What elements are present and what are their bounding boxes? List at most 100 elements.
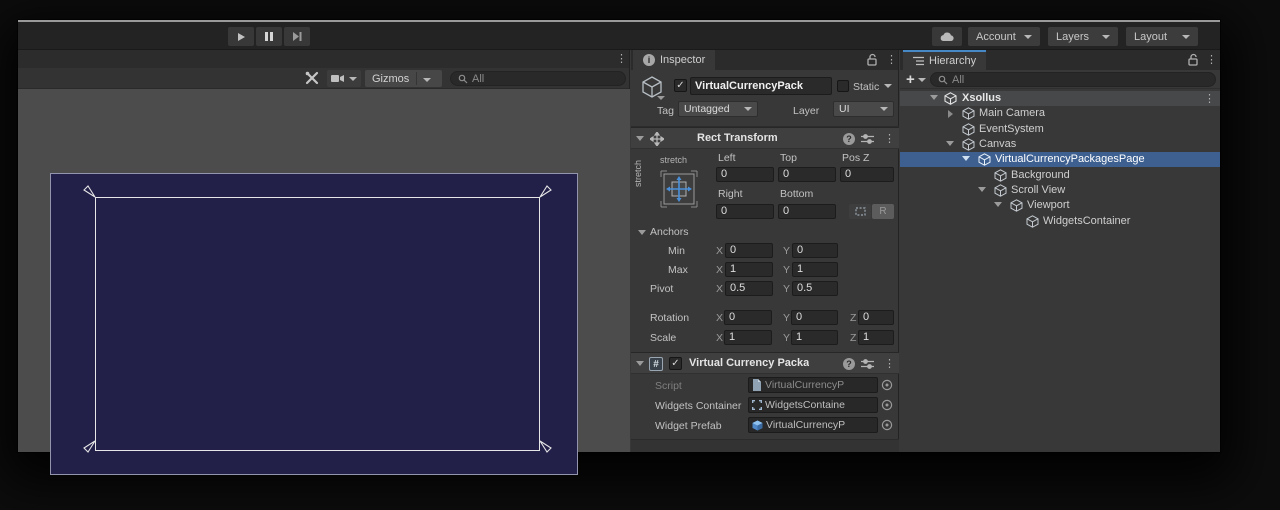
rotation-z-field[interactable]: 0 (858, 310, 894, 325)
foldout-icon[interactable] (946, 141, 954, 146)
foldout-icon[interactable] (948, 110, 953, 118)
cloud-services-button[interactable] (932, 27, 962, 46)
chevron-down-icon[interactable] (884, 84, 892, 88)
right-field[interactable]: 0 (716, 204, 774, 219)
scene-camera-dropdown[interactable] (327, 70, 361, 87)
foldout-icon[interactable] (994, 202, 1002, 207)
lock-icon[interactable] (867, 53, 878, 66)
chevron-down-icon[interactable] (918, 78, 926, 82)
tab-inspector[interactable]: i Inspector (633, 50, 715, 70)
gameobject-name-field[interactable]: VirtualCurrencyPack (690, 77, 832, 95)
layout-dropdown[interactable]: Layout (1126, 27, 1198, 46)
kebab-icon[interactable]: ⋮ (1206, 53, 1217, 67)
chevron-down-icon[interactable] (657, 96, 665, 100)
kebab-icon[interactable]: ⋮ (884, 357, 895, 371)
widget-prefab-object-field[interactable]: VirtualCurrencyP (748, 417, 878, 433)
pause-button[interactable] (256, 27, 282, 46)
rotation-y-field[interactable]: 0 (791, 310, 838, 325)
foldout-icon[interactable] (962, 156, 970, 161)
posz-field[interactable]: 0 (840, 167, 894, 182)
anchors-min-y-field[interactable]: 0 (792, 243, 838, 258)
object-picker-icon[interactable] (880, 377, 894, 393)
tab-hierarchy[interactable]: Hierarchy (903, 50, 986, 70)
rect-transform-body: stretch stretch Left Top Pos Z 0 0 (631, 149, 899, 352)
help-icon[interactable]: ? (843, 133, 855, 145)
hierarchy-row[interactable]: Background (900, 168, 1220, 183)
tag-dropdown[interactable]: Untagged (678, 101, 758, 117)
lock-icon[interactable] (1188, 53, 1199, 66)
hierarchy-row[interactable]: WidgetsContainer (900, 214, 1220, 229)
kebab-icon[interactable]: ⋮ (1204, 92, 1215, 106)
anchor-handle-top-right[interactable] (537, 184, 553, 200)
scale-x-field[interactable]: 1 (724, 330, 772, 345)
static-checkbox[interactable] (837, 80, 849, 92)
help-icon[interactable]: ? (843, 358, 855, 370)
widgets-container-object-field[interactable]: WidgetsContaine (748, 397, 878, 413)
script-object-field[interactable]: VirtualCurrencyP (748, 377, 878, 393)
kebab-icon[interactable]: ⋮ (886, 53, 897, 67)
scale-y-field[interactable]: 1 (791, 330, 838, 345)
hierarchy-row[interactable]: Viewport (900, 198, 1220, 213)
hierarchy-row-scene[interactable]: Xsollus ⋮ (900, 91, 1220, 106)
layers-dropdown[interactable]: Layers (1048, 27, 1118, 46)
foldout-icon[interactable] (636, 136, 644, 141)
workspace: ⋮ Gizmos (18, 50, 1220, 452)
layer-dropdown[interactable]: UI (833, 101, 894, 117)
gizmos-dropdown[interactable]: Gizmos (365, 70, 442, 87)
hierarchy-row[interactable]: Main Camera (900, 106, 1220, 121)
presets-icon[interactable] (861, 358, 874, 370)
foldout-icon[interactable] (638, 230, 646, 235)
anchors-max-y-field[interactable]: 1 (792, 262, 838, 277)
scale-z-field[interactable]: 1 (858, 330, 894, 345)
object-picker-icon[interactable] (880, 397, 894, 413)
anchor-handle-bottom-left[interactable] (82, 438, 98, 454)
anchor-handle-top-left[interactable] (82, 184, 98, 200)
chevron-down-icon (417, 73, 437, 85)
gameobject-cube-icon (994, 184, 1007, 197)
gizmos-label: Gizmos (365, 73, 416, 85)
hierarchy-row[interactable]: Scroll View (900, 183, 1220, 198)
presets-icon[interactable] (861, 133, 874, 145)
hierarchy-row[interactable]: Canvas (900, 137, 1220, 152)
anchor-preset-widget[interactable] (658, 166, 700, 212)
hierarchy-row-selected[interactable]: VirtualCurrencyPackagesPage (900, 152, 1220, 167)
axis-y-label: Y (783, 264, 790, 276)
top-field[interactable]: 0 (778, 167, 836, 182)
kebab-icon[interactable]: ⋮ (884, 132, 895, 146)
kebab-icon[interactable]: ⋮ (616, 52, 627, 66)
rotation-label: Rotation (650, 312, 689, 324)
pivot-x-field[interactable]: 0.5 (725, 281, 773, 296)
rotation-x-field[interactable]: 0 (724, 310, 772, 325)
component-title: Rect Transform (697, 132, 778, 144)
hierarchy-tabbar: Hierarchy ⋮ (900, 50, 1220, 70)
active-checkbox[interactable]: ✓ (674, 79, 687, 92)
create-plus-button[interactable]: + (906, 71, 915, 88)
blueprint-mode-button[interactable] (849, 204, 871, 219)
account-dropdown[interactable]: Account (968, 27, 1040, 46)
anchors-max-x-field[interactable]: 1 (725, 262, 773, 277)
script-component-header[interactable]: # ✓ Virtual Currency Packa ? ⋮ (631, 352, 899, 374)
axis-x-label: X (716, 264, 723, 276)
prefab-cube-icon (752, 420, 763, 431)
gameobject-cube-icon (1010, 199, 1023, 212)
play-button[interactable] (228, 27, 254, 46)
object-picker-icon[interactable] (880, 417, 894, 433)
rect-transform-header[interactable]: Rect Transform ? ⋮ (631, 127, 899, 149)
pivot-y-field[interactable]: 0.5 (792, 281, 838, 296)
bottom-field[interactable]: 0 (778, 204, 836, 219)
foldout-icon[interactable] (978, 187, 986, 192)
foldout-icon[interactable] (930, 95, 938, 100)
anchors-min-x-field[interactable]: 0 (725, 243, 773, 258)
left-field[interactable]: 0 (716, 167, 774, 182)
hierarchy-row[interactable]: EventSystem (900, 122, 1220, 137)
hierarchy-search-input[interactable]: All (930, 72, 1216, 87)
anchor-handle-bottom-right[interactable] (537, 438, 553, 454)
raw-edit-mode-button[interactable]: R (872, 204, 894, 219)
scene-viewport[interactable] (18, 89, 630, 452)
tools-icon[interactable] (305, 71, 319, 85)
step-button[interactable] (284, 27, 310, 46)
component-enabled-checkbox[interactable]: ✓ (669, 357, 682, 370)
scene-search-input[interactable]: All (450, 71, 626, 86)
foldout-icon[interactable] (636, 361, 644, 366)
account-label: Account (976, 31, 1016, 43)
